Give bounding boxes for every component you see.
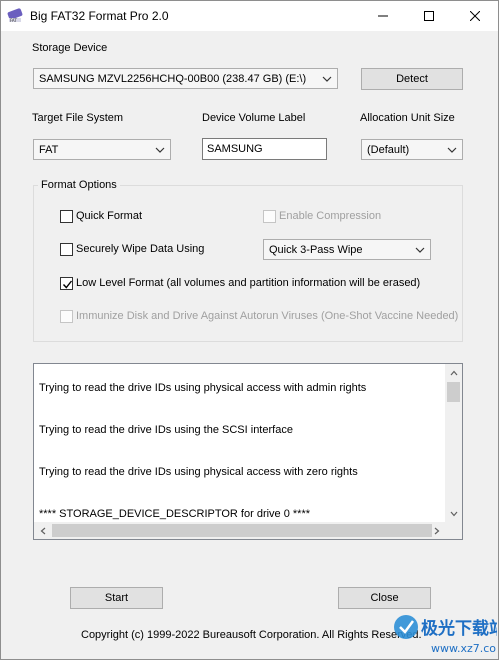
enable-compression-checkbox[interactable]	[263, 210, 276, 223]
scroll-up-icon[interactable]	[445, 364, 462, 381]
volume-label-label: Device Volume Label	[202, 112, 306, 124]
quick-format-checkbox[interactable]	[60, 210, 73, 223]
allocation-unit-select[interactable]: (Default)	[361, 139, 463, 160]
storage-device-select[interactable]: SAMSUNG MZVL2256HCHQ-00B00 (238.47 GB) (…	[33, 68, 338, 89]
app-window: FAT Big FAT32 Format Pro 2.0 Storage Dev…	[0, 0, 499, 660]
secure-wipe-checkbox[interactable]	[60, 243, 73, 256]
start-button[interactable]: Start	[70, 587, 163, 609]
scroll-left-icon[interactable]	[34, 522, 51, 539]
watermark-logo: 极光下载站 www.xz7.com	[391, 605, 499, 657]
secure-wipe-label[interactable]: Securely Wipe Data Using	[76, 243, 204, 255]
log-line: Trying to read the drive IDs using physi…	[39, 466, 358, 478]
watermark-name: 极光下载站	[421, 618, 497, 639]
scroll-right-icon[interactable]	[428, 522, 445, 539]
allocation-unit-value: (Default)	[367, 143, 410, 156]
target-fs-select[interactable]: FAT	[33, 139, 171, 160]
scroll-down-icon[interactable]	[445, 505, 462, 522]
immunize-checkbox[interactable]	[60, 310, 73, 323]
window-title: Big FAT32 Format Pro 2.0	[30, 9, 169, 23]
horizontal-scrollbar[interactable]	[34, 522, 462, 539]
enable-compression-label[interactable]: Enable Compression	[279, 210, 381, 222]
log-textarea[interactable]: Trying to read the drive IDs using physi…	[33, 363, 463, 540]
low-level-format-label[interactable]: Low Level Format (all volumes and partit…	[76, 277, 420, 289]
storage-device-label: Storage Device	[32, 42, 108, 54]
wipe-method-value: Quick 3-Pass Wipe	[269, 243, 363, 256]
detect-button[interactable]: Detect	[361, 68, 463, 90]
target-fs-label: Target File System	[32, 112, 124, 124]
minimize-button[interactable]	[360, 1, 406, 31]
log-line: Trying to read the drive IDs using the S…	[39, 424, 293, 436]
chevron-down-icon	[415, 247, 425, 253]
volume-label-input[interactable]: SAMSUNG	[202, 138, 327, 160]
vertical-scrollbar[interactable]	[445, 364, 462, 522]
checkmark-icon	[62, 280, 73, 289]
low-level-format-checkbox[interactable]	[60, 277, 73, 290]
close-window-button[interactable]	[452, 1, 498, 31]
log-line: Trying to read the drive IDs using physi…	[39, 382, 367, 394]
wipe-method-select[interactable]: Quick 3-Pass Wipe	[263, 239, 431, 260]
vertical-scroll-thumb[interactable]	[447, 382, 460, 402]
maximize-button[interactable]	[406, 1, 452, 31]
chevron-down-icon	[447, 147, 457, 153]
immunize-label[interactable]: Immunize Disk and Drive Against Autorun …	[76, 310, 458, 322]
target-fs-value: FAT	[39, 143, 59, 156]
chevron-down-icon	[322, 76, 332, 82]
horizontal-scroll-thumb[interactable]	[52, 524, 432, 537]
format-options-title: Format Options	[38, 179, 120, 191]
allocation-unit-label: Allocation Unit Size	[360, 112, 455, 124]
title-bar[interactable]: FAT Big FAT32 Format Pro 2.0	[1, 1, 498, 31]
log-line: **** STORAGE_DEVICE_DESCRIPTOR for drive…	[39, 508, 311, 520]
watermark-url: www.xz7.com	[431, 642, 497, 655]
chevron-down-icon	[155, 147, 165, 153]
svg-text:FAT: FAT	[10, 18, 17, 23]
storage-device-value: SAMSUNG MZVL2256HCHQ-00B00 (238.47 GB) (…	[39, 72, 307, 85]
quick-format-label[interactable]: Quick Format	[76, 210, 142, 222]
fat32-drive-icon: FAT	[7, 7, 25, 25]
copyright-text: Copyright (c) 1999-2022 Bureausoft Corpo…	[81, 629, 422, 641]
